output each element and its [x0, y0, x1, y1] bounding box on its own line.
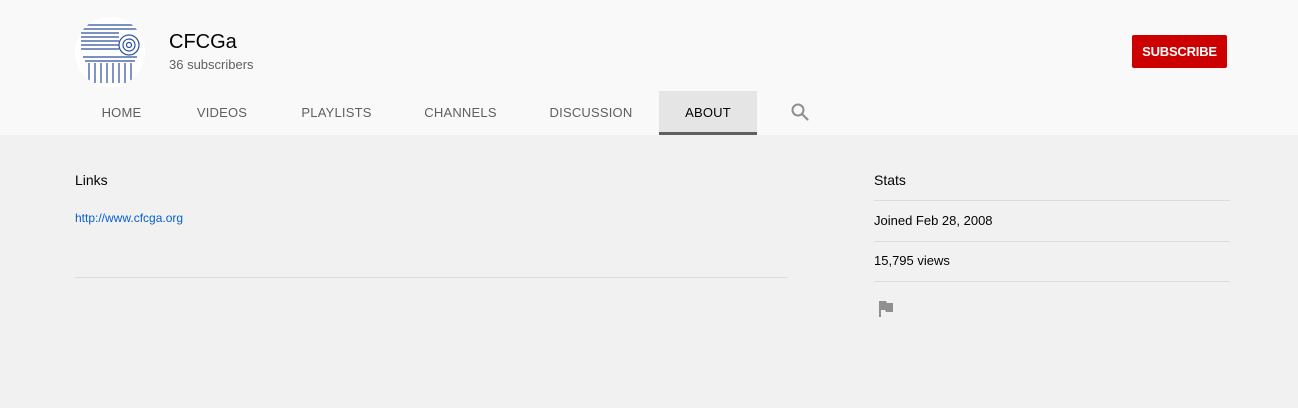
channel-header: CFCGa 36 subscribers SUBSCRIBE HOME VIDE… — [0, 0, 1298, 135]
website-link[interactable]: http://www.cfcga.org — [75, 211, 183, 225]
tab-home[interactable]: HOME — [74, 91, 169, 135]
channel-avatar-icon[interactable] — [75, 17, 145, 87]
channel-name: CFCGa — [169, 31, 237, 53]
channel-tabs: HOME VIDEOS PLAYLISTS CHANNELS DISCUSSIO… — [74, 91, 757, 135]
subscribe-button[interactable]: SUBSCRIBE — [1132, 35, 1227, 68]
search-icon[interactable] — [788, 100, 812, 124]
tab-discussion[interactable]: DISCUSSION — [523, 91, 659, 135]
divider — [874, 200, 1230, 201]
tab-about[interactable]: ABOUT — [659, 91, 757, 135]
flag-icon[interactable] — [876, 299, 896, 319]
divider — [874, 281, 1230, 282]
subscriber-count: 36 subscribers — [169, 57, 254, 72]
tab-videos[interactable]: VIDEOS — [169, 91, 275, 135]
stats-heading: Stats — [874, 172, 906, 188]
joined-date: Joined Feb 28, 2008 — [874, 213, 993, 228]
divider — [874, 241, 1230, 242]
view-count: 15,795 views — [874, 253, 950, 268]
tab-playlists[interactable]: PLAYLISTS — [275, 91, 398, 135]
links-heading: Links — [75, 172, 108, 188]
tab-channels[interactable]: CHANNELS — [398, 91, 523, 135]
divider — [75, 277, 788, 278]
